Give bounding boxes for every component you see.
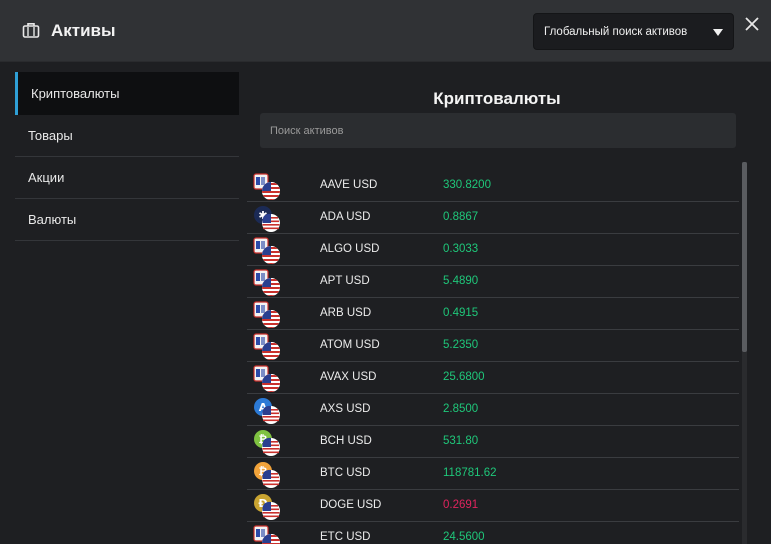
sidebar-item-commodities[interactable]: Товары (15, 115, 239, 157)
bitcoin-icon: ₿ (253, 461, 283, 489)
asset-price: 0.4915 (443, 307, 479, 319)
close-icon[interactable] (744, 16, 760, 32)
asset-symbol: DOGE USD (320, 499, 382, 511)
asset-symbol: APT USD (320, 275, 370, 287)
asset-price: 5.4890 (443, 275, 479, 287)
asset-row[interactable]: Ð DOGE USD 0.2691 (247, 490, 739, 522)
asset-symbol: AVAX USD (320, 371, 377, 383)
asset-row[interactable]: AAVE USD 330.8200 (247, 170, 739, 202)
asset-row[interactable]: APT USD 5.4890 (247, 266, 739, 298)
asset-price: 531.80 (443, 435, 479, 447)
asset-list: AAVE USD 330.8200 ✱ ADA USD 0.8867 ALGO US… (247, 170, 739, 544)
dogecoin-icon: Ð (253, 493, 283, 521)
sidebar-item-label: Валюты (28, 212, 77, 227)
asset-row[interactable]: ATOM USD 5.2350 (247, 330, 739, 362)
asset-price: 118781.62 (443, 467, 497, 479)
scrollbar-thumb[interactable] (742, 162, 747, 352)
sidebar-item-currencies[interactable]: Валюты (15, 199, 239, 241)
flag-icon (253, 173, 283, 201)
asset-price: 5.2350 (443, 339, 479, 351)
panel-title: Криптовалюты (433, 89, 561, 108)
asset-row[interactable]: ETC USD 24.5600 (247, 522, 739, 544)
caret-down-icon (713, 29, 723, 36)
flag-icon (253, 237, 283, 265)
briefcase-icon (22, 23, 40, 38)
asset-row[interactable]: A AXS USD 2.8500 (247, 394, 739, 426)
asset-symbol: BCH USD (320, 435, 372, 447)
asset-price: 0.2691 (443, 499, 479, 511)
sidebar-item-stocks[interactable]: Акции (15, 157, 239, 199)
sidebar-item-label: Криптовалюты (31, 86, 120, 101)
asset-symbol: ARB USD (320, 307, 372, 319)
asset-symbol: ETC USD (320, 531, 371, 543)
asset-symbol: ATOM USD (320, 339, 380, 351)
asset-row[interactable]: ARB USD 0.4915 (247, 298, 739, 330)
asset-row[interactable]: ✱ ADA USD 0.8867 (247, 202, 739, 234)
asset-row[interactable]: ALGO USD 0.3033 (247, 234, 739, 266)
global-search-label: Глобальный поиск активов (544, 25, 688, 38)
asset-price: 2.8500 (443, 403, 479, 415)
asset-price: 0.3033 (443, 243, 479, 255)
axs-icon: A (253, 397, 283, 425)
asset-price: 24.5600 (443, 531, 485, 543)
asset-symbol: BTC USD (320, 467, 371, 479)
bitcoin-cash-icon: ₿ (253, 429, 283, 457)
asset-symbol: ALGO USD (320, 243, 380, 255)
asset-row[interactable]: ₿ BCH USD 531.80 (247, 426, 739, 458)
asset-price: 330.8200 (443, 179, 491, 191)
asset-symbol: ADA USD (320, 211, 371, 223)
global-asset-search-dropdown[interactable]: Глобальный поиск активов (533, 13, 734, 50)
flag-icon (253, 301, 283, 329)
asset-price: 0.8867 (443, 211, 479, 223)
asset-symbol: AXS USD (320, 403, 371, 415)
asset-search-input[interactable] (260, 113, 736, 148)
modal-header: Активы Глобальный поиск активов (0, 0, 771, 62)
asset-symbol: AAVE USD (320, 179, 378, 191)
asset-row[interactable]: AVAX USD 25.6800 (247, 362, 739, 394)
cardano-icon: ✱ (253, 205, 283, 233)
asset-price: 25.6800 (443, 371, 485, 383)
flag-icon (253, 269, 283, 297)
modal-content: Криптовалюты Товары Акции Валюты Криптов… (0, 62, 771, 544)
sidebar-item-crypto[interactable]: Криптовалюты (15, 72, 239, 115)
category-sidebar: Криптовалюты Товары Акции Валюты (15, 72, 239, 241)
sidebar-item-label: Акции (28, 170, 65, 185)
asset-row[interactable]: ₿ BTC USD 118781.62 (247, 458, 739, 490)
flag-icon (253, 333, 283, 361)
sidebar-item-label: Товары (28, 128, 73, 143)
flag-icon (253, 365, 283, 393)
flag-icon (253, 525, 283, 544)
modal-title: Активы (51, 21, 116, 40)
